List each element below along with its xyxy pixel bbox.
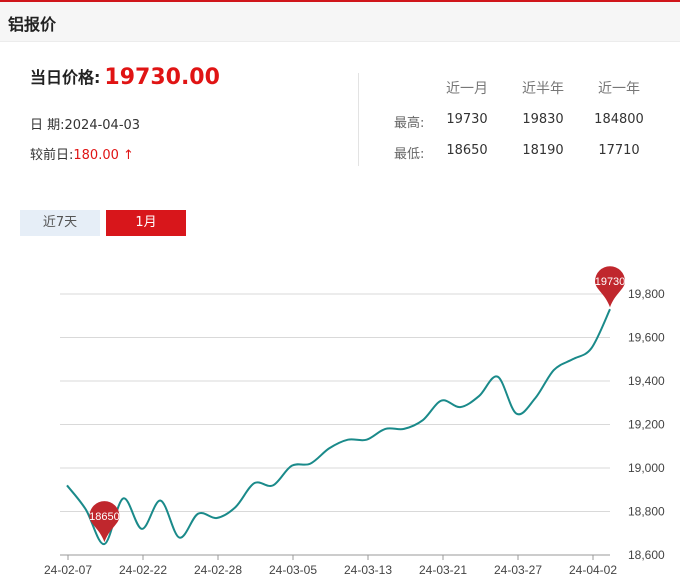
y-tick-label: 18,600 (628, 548, 665, 562)
y-axis: 18,600 18,800 19,000 19,200 19,400 19,600 19,8… (628, 287, 665, 562)
x-tick-label: 24-02-07 (44, 563, 92, 577)
up-arrow-icon: ↑ (123, 148, 134, 163)
stats-high-halfyear: 19830 (522, 112, 564, 127)
date-line: 日 期:2024-04-03 (30, 114, 140, 133)
price-label: 当日价格: (30, 68, 101, 87)
x-tick-label: 24-02-22 (119, 563, 167, 577)
y-tick-label: 19,600 (628, 331, 665, 345)
change-line: 较前日:180.00 ↑ (30, 144, 134, 163)
stats-high-year: 184800 (594, 112, 644, 127)
x-tick-label: 24-03-05 (269, 563, 317, 577)
chart-grid (60, 293, 610, 556)
stats-high-month: 19730 (446, 112, 488, 127)
y-tick-label: 19,000 (628, 461, 665, 475)
annotation-pin: 18650 (89, 501, 120, 543)
annotation-pin: 19730 (595, 266, 626, 308)
stats-row-label-high: 最高: (394, 116, 425, 131)
stats-low-month: 18650 (446, 143, 488, 158)
y-tick-label: 19,800 (628, 287, 665, 301)
chart-annotations: 18650 19730 (89, 266, 626, 543)
y-tick-label: 19,400 (628, 374, 665, 388)
stats-low-year: 17710 (598, 143, 640, 158)
stats-header-month: 近一月 (446, 81, 488, 97)
x-tick-label: 24-03-27 (494, 563, 542, 577)
stats-header-halfyear: 近半年 (522, 81, 564, 97)
page-title: 铝报价 (8, 15, 57, 34)
y-tick-label: 19,200 (628, 418, 665, 432)
date-label: 日 期: (30, 118, 65, 133)
price-value: 19730.00 (104, 65, 220, 90)
x-tick-label: 24-03-21 (419, 563, 467, 577)
stats-low-halfyear: 18190 (522, 143, 564, 158)
price-line: 当日价格: 19730.00 (30, 64, 220, 90)
annotation-label: 19730 (595, 276, 626, 288)
stats-row-label-low: 最低: (394, 147, 425, 162)
change-value: 180.00 (73, 148, 119, 163)
series-line (66, 308, 611, 546)
stats-header-year: 近一年 (598, 81, 640, 97)
x-tick-label: 24-04-02 (569, 563, 617, 577)
x-tick-label: 24-03-13 (344, 563, 392, 577)
change-label: 较前日: (30, 148, 74, 163)
date-value: 2024-04-03 (64, 118, 141, 133)
summary-divider (358, 73, 359, 166)
tab-7-days[interactable]: 近7天 (20, 210, 100, 236)
y-tick-label: 18,800 (628, 505, 665, 519)
x-tick-label: 24-02-28 (194, 563, 242, 577)
x-axis: 24-02-07 24-02-22 24-02-28 24-03-05 24-03-13… (44, 555, 617, 577)
tab-1-month[interactable]: 1月 (106, 210, 186, 236)
price-line-chart: 24-02-07 24-02-22 24-02-28 24-03-05 24-03-13… (44, 266, 665, 577)
header-bar: 铝报价 (0, 2, 680, 42)
annotation-label: 18650 (89, 511, 120, 523)
